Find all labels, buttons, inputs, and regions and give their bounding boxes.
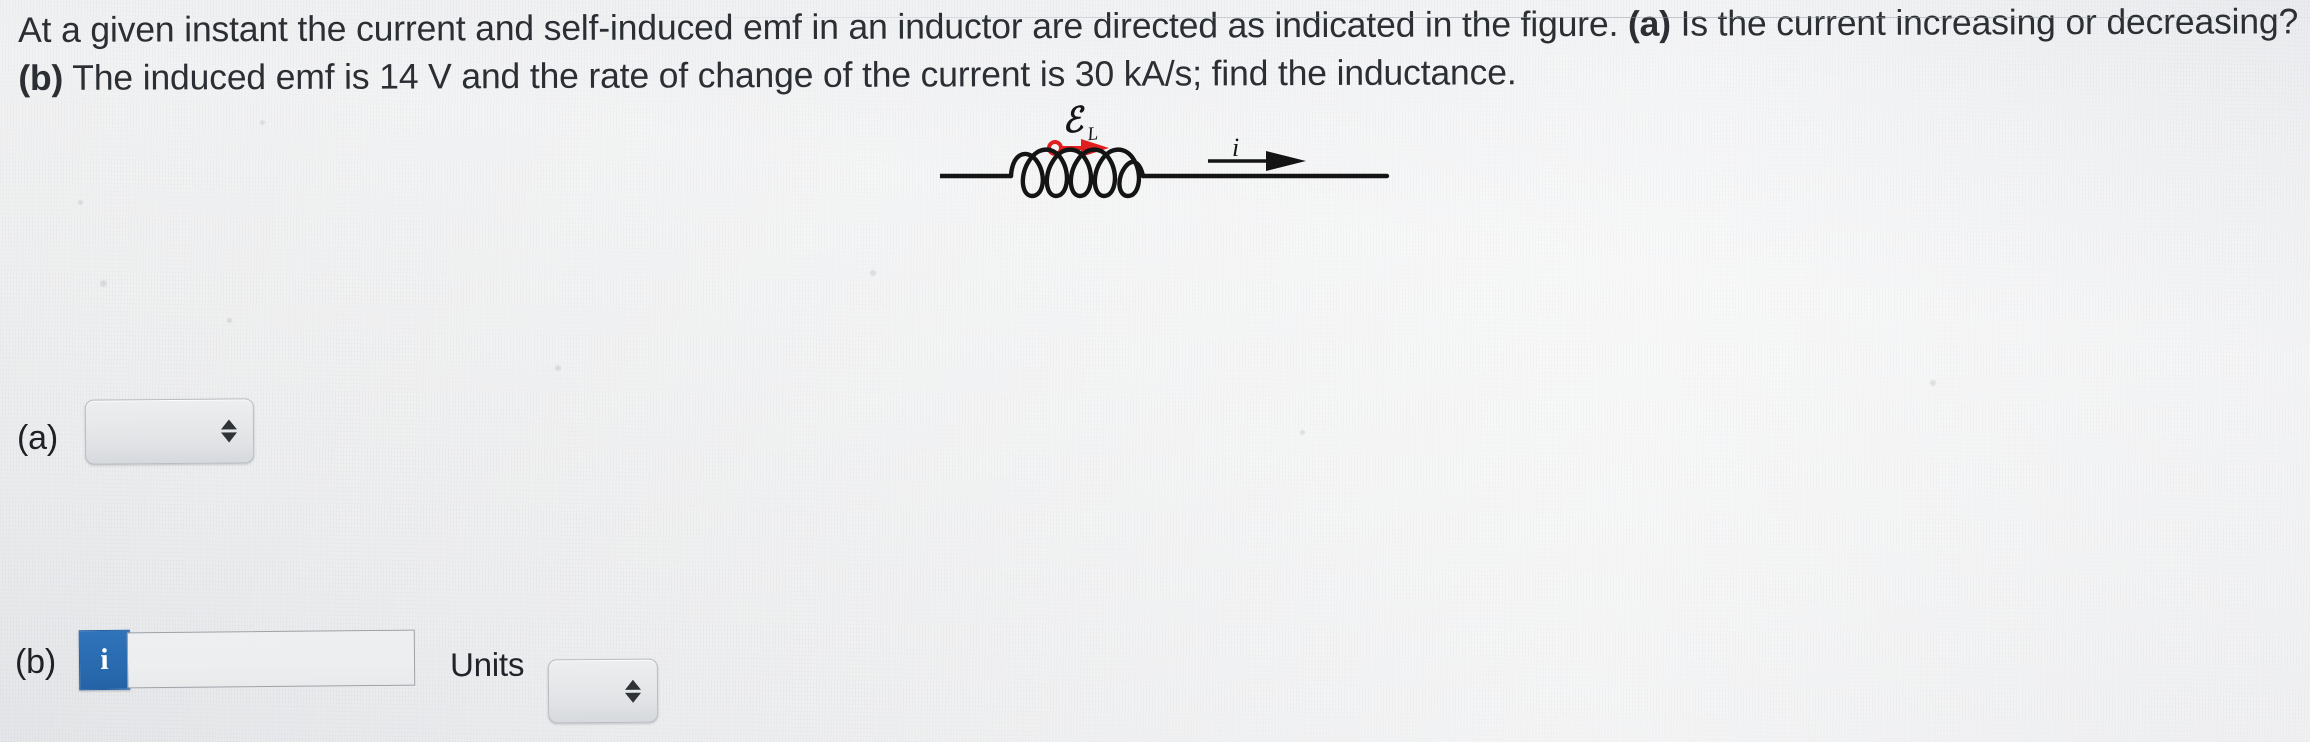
- part-b-units-select[interactable]: [547, 658, 659, 724]
- problem-statement: At a given instant the current and self-…: [18, 0, 2302, 102]
- part-b-label: (b): [15, 643, 56, 681]
- page-smudge: [1930, 380, 1936, 386]
- circuit-wire: [940, 147, 1390, 199]
- current-arrow: [1208, 151, 1306, 171]
- problem-text-segment-3: The induced emf is 14 V and the rate of …: [63, 52, 1517, 98]
- info-icon-button[interactable]: i: [78, 629, 131, 691]
- chevron-up-icon[interactable]: [220, 419, 237, 430]
- page-smudge: [260, 120, 265, 125]
- screenshot-page: At a given instant the current and self-…: [0, 0, 2310, 742]
- page-smudge: [227, 318, 232, 323]
- current-label: i: [1232, 133, 1239, 162]
- spinner-arrows-icon[interactable]: [624, 679, 642, 703]
- page-smudge: [78, 200, 83, 205]
- part-b-answer-input[interactable]: [126, 629, 416, 689]
- units-label: Units: [449, 645, 525, 684]
- info-icon-glyph: i: [100, 642, 109, 677]
- inductor-coil: [1008, 147, 1146, 199]
- spinner-arrows-icon[interactable]: [220, 419, 238, 443]
- problem-label-b: (b): [18, 57, 64, 98]
- page-smudge: [1300, 430, 1305, 435]
- inductor-circuit-figure: ℰ L i: [940, 98, 1400, 218]
- emf-epsilon-label: ℰ: [1060, 101, 1089, 140]
- page-smudge: [555, 365, 561, 371]
- chevron-up-icon[interactable]: [624, 679, 641, 690]
- chevron-down-icon[interactable]: [625, 692, 642, 703]
- problem-label-a: (a): [1627, 3, 1671, 44]
- part-a-answer-select[interactable]: [84, 398, 255, 465]
- emf-symbol-group: ℰ L: [1060, 101, 1099, 145]
- problem-text-segment-2: Is the current increasing or decreasing?: [1670, 1, 2308, 44]
- page-smudge: [870, 270, 876, 276]
- problem-text-segment-1: At a given instant the current and self-…: [18, 3, 1629, 50]
- part-a-label: (a): [17, 419, 58, 457]
- current-arrow-head: [1266, 151, 1306, 171]
- page-smudge: [100, 280, 107, 287]
- chevron-down-icon[interactable]: [221, 432, 238, 443]
